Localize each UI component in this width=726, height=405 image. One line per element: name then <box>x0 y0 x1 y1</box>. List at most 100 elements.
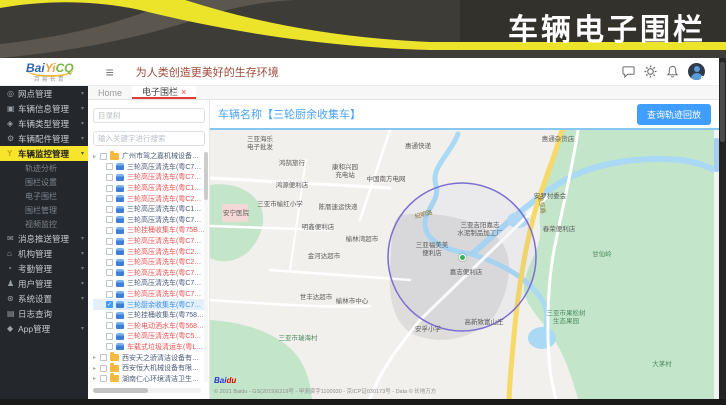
tree-checkbox[interactable] <box>106 206 113 213</box>
tree-vehicle-item[interactable]: 三轮高压清洗车(粤C29158By00017) <box>93 193 205 204</box>
truck-icon <box>116 301 124 308</box>
company-logo[interactable]: BaiYiCQ 百易长青 <box>26 60 74 83</box>
tree-vehicle-item[interactable]: 三轮电动洒水车(粤568By00182) <box>93 321 205 332</box>
sidebar-item-log-query[interactable]: ▤日志查询 <box>0 306 88 321</box>
chat-icon[interactable] <box>622 65 635 78</box>
tree-vehicle-item[interactable]: 三轮高压清洗车(粤C29158By00031) <box>93 257 205 268</box>
sidebar-item-message-push[interactable]: ✉消息推送管理▾ <box>0 231 88 246</box>
bell-icon[interactable] <box>666 65 679 78</box>
tab-close-icon[interactable]: × <box>181 87 186 97</box>
tree-horizontal-scrollbar[interactable] <box>93 388 201 393</box>
tree-company-item[interactable]: ▸湖南仁心环境清洁卫生集团设备有限公司 <box>93 373 205 384</box>
tree-caret-icon[interactable]: ▸ <box>93 365 100 372</box>
tree-checkbox[interactable] <box>100 375 107 382</box>
tree-checkbox[interactable] <box>100 153 107 160</box>
vehicle-name: 三轮高压清洗车(粤C29158By00017) <box>127 194 205 204</box>
menu-collapse-icon[interactable]: ≡ <box>106 64 114 80</box>
tree-checkbox[interactable] <box>106 227 113 234</box>
sidebar-item-label: 用户管理 <box>18 278 81 290</box>
gear-icon[interactable] <box>644 65 657 78</box>
truck-icon <box>116 216 124 223</box>
tree-checkbox[interactable] <box>100 354 107 361</box>
tree-vehicle-item[interactable]: 三轮高压清洗车(粤C79By00114) <box>93 268 205 279</box>
truck-icon <box>116 280 124 287</box>
tree-vehicle-item[interactable]: 三轮高压清洗车(粤C158By00152) <box>93 183 205 194</box>
tree-vehicle-item[interactable]: 车载式垃圾清运车(粤L358By00298) <box>93 342 205 353</box>
tree-checkbox[interactable] <box>106 259 113 266</box>
tree-checkbox[interactable] <box>106 185 113 192</box>
tree-company-item[interactable]: ▸西安天之骄清洁设备有限公司 <box>93 352 205 363</box>
tree-checkbox[interactable] <box>106 322 113 329</box>
sidebar-subitem-video-monitor[interactable]: 视频监控 <box>0 217 88 231</box>
chevron-down-icon: ▾ <box>81 105 84 112</box>
tree-vehicle-item[interactable]: 三轮高压清洗车(粤C158By00074) <box>93 204 205 215</box>
sidebar-subitem-fence-manage[interactable]: 围栏管理 <box>0 203 88 217</box>
tree-root-company[interactable]: ▸广州市驾之嘉机械设备有限公司 <box>93 151 205 162</box>
sidebar-item-network[interactable]: ◎网点管理▾ <box>0 86 88 101</box>
tree-vehicle-item[interactable]: 三轮挂桶收集车(粤758By00218) <box>93 310 205 321</box>
tab-electronic-fence[interactable]: 电子围栏× <box>132 86 196 99</box>
logo-subtitle: 百易长青 <box>26 77 74 83</box>
sidebar-item-user[interactable]: ♟用户管理▾ <box>0 276 88 291</box>
truck-icon: ▣ <box>7 104 18 113</box>
tree-vehicle-item[interactable]: 三轮高压清洗车(粤C79By00111) <box>93 289 205 300</box>
chevron-down-icon: ▾ <box>81 150 84 157</box>
user-avatar[interactable] <box>688 63 705 80</box>
tree-vehicle-item[interactable]: ✓三轮厨余收集车(粤C79By00109) <box>93 299 205 310</box>
tree-vertical-scrollbar[interactable] <box>204 152 208 382</box>
truck-icon <box>116 227 124 234</box>
sidebar-subitem-fence-settings[interactable]: 围栏设置 <box>0 175 88 189</box>
tree-checkbox[interactable] <box>106 269 113 276</box>
sidebar-item-vehicle-parts[interactable]: ⚙车辆配件管理▾ <box>0 131 88 146</box>
fence-center-marker[interactable] <box>459 254 466 261</box>
tree-vehicle-item[interactable]: 三轮高压清洗车(粤C58By00147) <box>93 331 205 342</box>
tree-checkbox[interactable] <box>100 365 107 372</box>
sidebar-item-organization[interactable]: ⌂机构管理▾ <box>0 246 88 261</box>
map-panel: 车辆名称【三轮厨余收集车】 查询轨迹回放 <box>210 100 719 399</box>
tree-checkbox[interactable] <box>106 280 113 287</box>
company-slogan: 为人类创造更美好的生存环境 <box>136 64 279 80</box>
tree-checkbox[interactable] <box>106 291 113 298</box>
tree-caret-icon[interactable]: ▸ <box>93 354 100 361</box>
tree-checkbox[interactable] <box>106 195 113 202</box>
tree-filter-input[interactable] <box>93 108 205 123</box>
vehicle-name: 三轮高压清洗车(粤C58By00147) <box>127 331 205 341</box>
sidebar-item-vehicle-info[interactable]: ▣车辆信息管理▾ <box>0 101 88 116</box>
sidebar-item-label: 网点管理 <box>18 88 81 100</box>
tree-caret-icon[interactable]: ▸ <box>93 375 100 382</box>
tab-home[interactable]: Home <box>88 86 132 99</box>
sidebar-subitem-track-analysis[interactable]: 轨迹分析 <box>0 161 88 175</box>
tree-vehicle-item[interactable]: 三轮高压清洗车(粤C79By00116) <box>93 236 205 247</box>
tree-checkbox[interactable] <box>106 163 113 170</box>
window-right-scrollbar[interactable] <box>719 58 726 405</box>
tree-checkbox[interactable] <box>106 216 113 223</box>
vehicle-name: 车载式垃圾清运车(粤L358By00298) <box>127 342 205 352</box>
track-playback-button[interactable]: 查询轨迹回放 <box>637 104 711 125</box>
sidebar-item-vehicle-monitor[interactable]: Y车辆监控管理▾ <box>0 146 88 161</box>
truck-icon <box>116 238 124 245</box>
tree-checkbox[interactable] <box>106 174 113 181</box>
tree-vehicle-item[interactable]: 三轮高压清洗车(粤C79By00143) <box>93 172 205 183</box>
tree-vehicle-item[interactable]: 三轮挂桶收集车(粤75By00226) <box>93 225 205 236</box>
tree-checkbox[interactable] <box>106 333 113 340</box>
sidebar-item-app-manage[interactable]: ◆App管理▾ <box>0 321 88 336</box>
tree-caret-icon[interactable]: ▸ <box>93 153 100 160</box>
tree-checkbox[interactable]: ✓ <box>106 301 113 308</box>
tree-checkbox[interactable] <box>106 248 113 255</box>
tree-vehicle-item[interactable]: 三轮高压清洗车(粤C79By00129) <box>93 215 205 226</box>
tree-vehicle-item[interactable]: 三轮高压清洗车(粤C29158By00062) <box>93 246 205 257</box>
tab-label: 电子围栏 <box>142 85 178 98</box>
tree-checkbox[interactable] <box>106 238 113 245</box>
tree-vehicle-item[interactable]: 三轮高压清洗车(粤C79By00112) <box>93 278 205 289</box>
map-canvas[interactable]: 三亚海乐 电子批发鸿鹄旅行鸿源便利店三亚市榆红小学安宁医院康和兴园 充电站中国南… <box>210 130 714 399</box>
tree-company-item[interactable]: ▸西安恒大机械设备有限公司 <box>93 363 205 374</box>
tree-checkbox[interactable] <box>106 343 113 350</box>
tree-vehicle-item[interactable]: 三轮高压清洗车(粤C79By00125) <box>93 162 205 173</box>
sidebar-item-system-settings[interactable]: ⊛系统设置▾ <box>0 291 88 306</box>
sidebar-item-vehicle-type[interactable]: ◈车辆类型管理▾ <box>0 116 88 131</box>
sidebar-item-attendance[interactable]: ◔考勤管理▾ <box>0 261 88 276</box>
tree-checkbox[interactable] <box>106 312 113 319</box>
sidebar-subitem-electronic-fence[interactable]: 电子围栏 <box>0 189 88 203</box>
sidebar-item-label: 车辆类型管理 <box>18 118 81 130</box>
tree-search-input[interactable] <box>93 131 205 146</box>
